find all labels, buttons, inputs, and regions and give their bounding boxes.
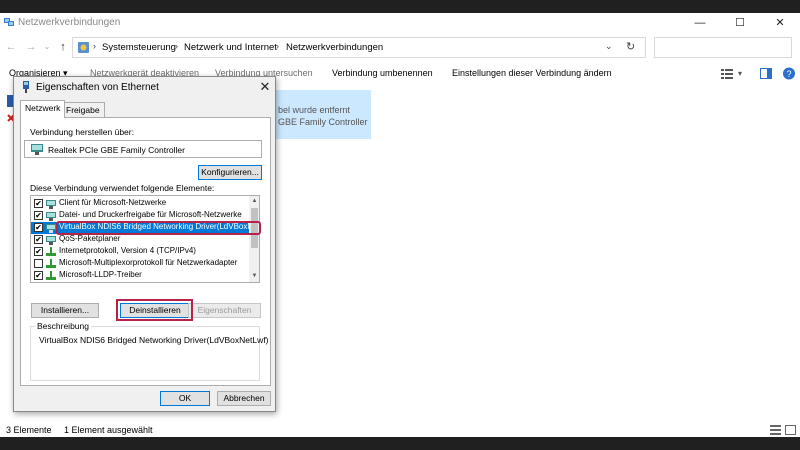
components-list[interactable]: ✔ Client für Microsoft-Netzwerke ✔ Datei…	[30, 195, 260, 283]
recent-locations-icon[interactable]: ⌄	[40, 39, 54, 55]
checkbox[interactable]: ✔	[34, 247, 43, 256]
selection-highlight-box	[56, 221, 261, 235]
maximize-button[interactable]: ☐	[720, 13, 760, 33]
list-item[interactable]: ✔ QoS-Paketplaner	[31, 234, 249, 246]
list-item-label: QoS-Paketplaner	[59, 234, 121, 243]
uninstall-highlight-box	[116, 299, 193, 321]
scroll-up-icon[interactable]: ▲	[249, 196, 259, 207]
list-item[interactable]: ✔ Client für Microsoft-Netzwerke	[31, 198, 249, 210]
up-arrow-icon[interactable]: ↑	[56, 39, 70, 55]
checkbox[interactable]: ✔	[34, 271, 43, 280]
bottom-black-band	[0, 437, 800, 450]
refresh-icon[interactable]: ↻	[626, 40, 635, 53]
breadcrumb-netzwerkverbindungen[interactable]: Netzwerkverbindungen	[286, 42, 383, 53]
description-text: VirtualBox NDIS6 Bridged Networking Driv…	[39, 335, 269, 345]
window-title: Netzwerkverbindungen	[18, 17, 121, 28]
details-view-icon[interactable]	[770, 425, 781, 435]
rename-connection-command[interactable]: Verbindung umbenennen	[332, 68, 433, 78]
list-item-label: Microsoft-Multiplexorprotokoll für Netzw…	[59, 258, 238, 267]
preview-pane-icon[interactable]	[760, 68, 772, 79]
network-folder-icon	[4, 18, 14, 26]
network-adapter-icon	[31, 144, 43, 155]
control-panel-icon	[78, 42, 89, 53]
list-item[interactable]: ✔ Microsoft-LLDP-Treiber	[31, 270, 249, 282]
navigation-bar: ← → ⌄ ↑ › Systemsteuerung › Netzwerk und…	[0, 35, 800, 59]
large-icons-view-icon[interactable]	[785, 425, 796, 435]
list-scrollbar[interactable]: ▲ ▼	[249, 196, 259, 282]
properties-button[interactable]: Eigenschaften	[188, 303, 261, 318]
adapter-name: Realtek PCIe GBE Family Controller	[48, 145, 185, 155]
adapter-box: Realtek PCIe GBE Family Controller	[24, 140, 262, 158]
breadcrumb-netzwerk-internet[interactable]: Netzwerk und Internet	[184, 42, 277, 53]
address-bar[interactable]: › Systemsteuerung › Netzwerk und Interne…	[72, 37, 646, 58]
connection-adapter-text: GBE Family Controller	[278, 117, 368, 127]
protocol-icon	[46, 271, 56, 280]
ethernet-properties-dialog: Eigenschaften von Ethernet ✕ Netzwerk Fr…	[13, 76, 276, 412]
dialog-close-button[interactable]: ✕	[257, 79, 273, 95]
configure-button[interactable]: Konfigurieren...	[198, 165, 262, 180]
minimize-button[interactable]: —	[680, 13, 720, 33]
qos-icon	[46, 236, 56, 245]
checkbox[interactable]: ✔	[34, 223, 43, 232]
help-icon[interactable]: ?	[782, 67, 796, 80]
checkbox[interactable]	[34, 259, 43, 268]
address-dropdown-icon[interactable]: ⌄	[605, 41, 613, 52]
ethernet-connection-item[interactable]: bel wurde entfernt GBE Family Controller	[268, 90, 371, 139]
status-bar: 3 Elemente 1 Element ausgewählt	[0, 423, 800, 437]
ok-button[interactable]: OK	[160, 391, 210, 406]
list-item-label: Datei- und Druckerfreigabe für Microsoft…	[59, 210, 242, 219]
list-item-label: Client für Microsoft-Netzwerke	[59, 198, 167, 207]
search-input[interactable]	[654, 37, 792, 58]
description-label: Beschreibung	[35, 321, 91, 331]
connection-status-text: bel wurde entfernt	[278, 105, 351, 115]
install-button[interactable]: Installieren...	[31, 303, 99, 318]
checkbox[interactable]: ✔	[34, 199, 43, 208]
cancel-button[interactable]: Abbrechen	[217, 391, 271, 406]
file-sharing-icon	[46, 212, 56, 221]
list-item-label: Microsoft-LLDP-Treiber	[59, 270, 142, 279]
tab-netzwerk[interactable]: Netzwerk	[20, 100, 66, 118]
list-item[interactable]: ✔ Internetprotokoll, Version 4 (TCP/IPv4…	[31, 246, 249, 258]
description-group: Beschreibung VirtualBox NDIS6 Bridged Ne…	[30, 321, 268, 381]
list-item-label: Internetprotokoll, Version 4 (TCP/IPv4)	[59, 246, 196, 255]
item-count: 3 Elemente	[6, 425, 52, 435]
title-bar: Netzwerkverbindungen — ☐ ✕	[0, 13, 800, 33]
list-item[interactable]: Microsoft-Multiplexorprotokoll für Netzw…	[31, 258, 249, 270]
view-options-dropdown-icon[interactable]: ▾	[738, 69, 742, 78]
virtualbox-driver-icon	[46, 224, 56, 233]
breadcrumb-separator: ›	[276, 41, 279, 51]
back-arrow-icon[interactable]: ←	[4, 39, 18, 55]
items-label: Diese Verbindung verwendet folgende Elem…	[30, 183, 215, 193]
protocol-icon	[46, 247, 56, 256]
connect-using-label: Verbindung herstellen über:	[30, 127, 134, 137]
view-details-icon[interactable]	[721, 68, 733, 79]
selection-count: 1 Element ausgewählt	[64, 425, 153, 435]
checkbox[interactable]: ✔	[34, 211, 43, 220]
svg-text:?: ?	[786, 69, 791, 79]
change-settings-command[interactable]: Einstellungen dieser Verbindung ändern	[452, 68, 612, 78]
protocol-icon	[46, 259, 56, 268]
tab-freigabe[interactable]: Freigabe	[61, 102, 105, 118]
scroll-down-icon[interactable]: ▼	[249, 271, 259, 282]
checkbox[interactable]: ✔	[34, 235, 43, 244]
close-window-button[interactable]: ✕	[760, 13, 800, 33]
breadcrumb-separator: ›	[93, 41, 96, 51]
ethernet-icon	[23, 81, 29, 93]
client-network-icon	[46, 200, 56, 209]
forward-arrow-icon[interactable]: →	[24, 39, 38, 55]
top-black-band	[0, 0, 800, 13]
dialog-title: Eigenschaften von Ethernet	[36, 82, 159, 93]
breadcrumb-separator: ›	[175, 41, 178, 51]
breadcrumb-systemsteuerung[interactable]: Systemsteuerung	[102, 42, 176, 53]
